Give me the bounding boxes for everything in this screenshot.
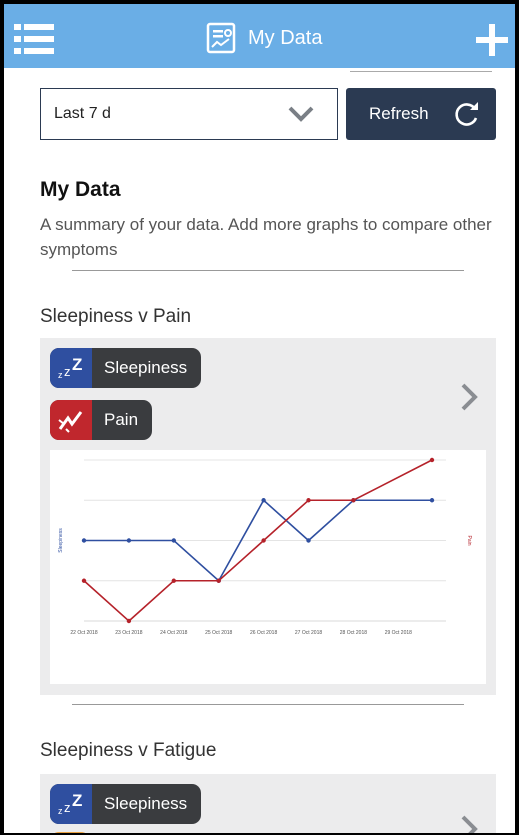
data-point-sleepiness xyxy=(81,538,87,543)
x-tick-label: 24 Oct 2018 xyxy=(160,630,187,636)
page-title: My Data xyxy=(248,26,323,49)
svg-text:z: z xyxy=(64,800,71,815)
svg-text:z: z xyxy=(58,370,63,380)
x-tick-label: 29 Oct 2018 xyxy=(385,630,412,636)
data-point-pain xyxy=(126,618,132,624)
refresh-icon xyxy=(455,102,478,126)
tag-label: Sleepiness xyxy=(104,358,188,377)
svg-text:z: z xyxy=(58,806,63,816)
tag-pain: Pain xyxy=(50,400,153,440)
data-point-sleepiness xyxy=(261,498,266,503)
tag-sleepiness: z z Z Sleepiness xyxy=(50,348,202,388)
x-tick-label: 25 Oct 2018 xyxy=(205,630,232,636)
data-point-pain xyxy=(351,498,356,503)
chevron-right-icon[interactable] xyxy=(460,814,478,833)
data-point-pain xyxy=(261,538,266,543)
chart-canvas: 22 Oct 2018 23 Oct 2018 24 Oct 2018 25 Oct … xyxy=(58,457,472,636)
x-tick-label: 28 Oct 2018 xyxy=(340,630,367,636)
section-description: A summary of your data. Add more graphs … xyxy=(40,215,492,259)
tag-partial xyxy=(50,832,90,833)
data-point-pain xyxy=(171,578,177,583)
svg-text:Z: Z xyxy=(72,791,82,810)
app-header: My Data xyxy=(4,4,515,68)
refresh-button[interactable]: Refresh xyxy=(346,88,496,140)
header-title-group: My Data xyxy=(206,22,322,54)
data-point-sleepiness xyxy=(429,498,435,503)
data-point-pain xyxy=(216,578,221,583)
data-point-sleepiness xyxy=(171,538,177,543)
add-icon[interactable] xyxy=(476,24,508,56)
svg-text:z: z xyxy=(64,364,71,379)
app-screen: My Data Last 7 d Refresh My Data A summa… xyxy=(4,4,515,833)
divider xyxy=(350,71,492,72)
data-point-pain xyxy=(306,498,311,503)
data-point-sleepiness xyxy=(306,538,311,543)
data-point-sleepiness xyxy=(126,538,132,543)
x-tick-label: 26 Oct 2018 xyxy=(250,630,277,636)
graph-title: Sleepiness v Fatigue xyxy=(40,740,217,761)
date-range-select[interactable]: Last 7 d xyxy=(40,88,338,140)
tag-label: Sleepiness xyxy=(104,794,188,813)
x-tick-label: 22 Oct 2018 xyxy=(70,630,97,636)
refresh-label: Refresh xyxy=(369,104,429,123)
tag-sleepiness: z z Z Sleepiness xyxy=(50,784,202,824)
graph-title: Sleepiness v Pain xyxy=(40,306,192,327)
divider xyxy=(72,270,464,271)
data-point-pain xyxy=(81,578,87,583)
menu-icon[interactable] xyxy=(14,22,54,56)
section-title: My Data xyxy=(40,178,121,201)
x-tick-label: 23 Oct 2018 xyxy=(115,630,142,636)
date-range-value: Last 7 d xyxy=(54,105,111,122)
tag-label: Pain xyxy=(104,410,139,429)
y-axis-label: Sleepiness xyxy=(58,528,64,553)
data-point-pain xyxy=(429,457,435,463)
line-chart: 22 Oct 2018 23 Oct 2018 24 Oct 2018 25 Oct … xyxy=(50,450,486,684)
sleep-zz-icon: z z Z xyxy=(50,784,92,824)
sleep-zz-icon: z z Z xyxy=(50,348,92,388)
x-tick-label: 27 Oct 2018 xyxy=(295,630,322,636)
data-report-icon xyxy=(206,22,236,54)
chevron-down-icon xyxy=(288,106,314,122)
y2-axis-label: Pain xyxy=(466,535,472,545)
graph-card[interactable]: z z Z Sleepiness Pain 22 Oct 2018 23 Oct … xyxy=(40,338,496,695)
graph-card[interactable]: z z Z Sleepiness xyxy=(40,774,496,833)
lightning-icon xyxy=(50,400,92,440)
divider xyxy=(72,704,464,705)
chevron-right-icon[interactable] xyxy=(460,382,478,412)
svg-text:Z: Z xyxy=(72,355,82,374)
